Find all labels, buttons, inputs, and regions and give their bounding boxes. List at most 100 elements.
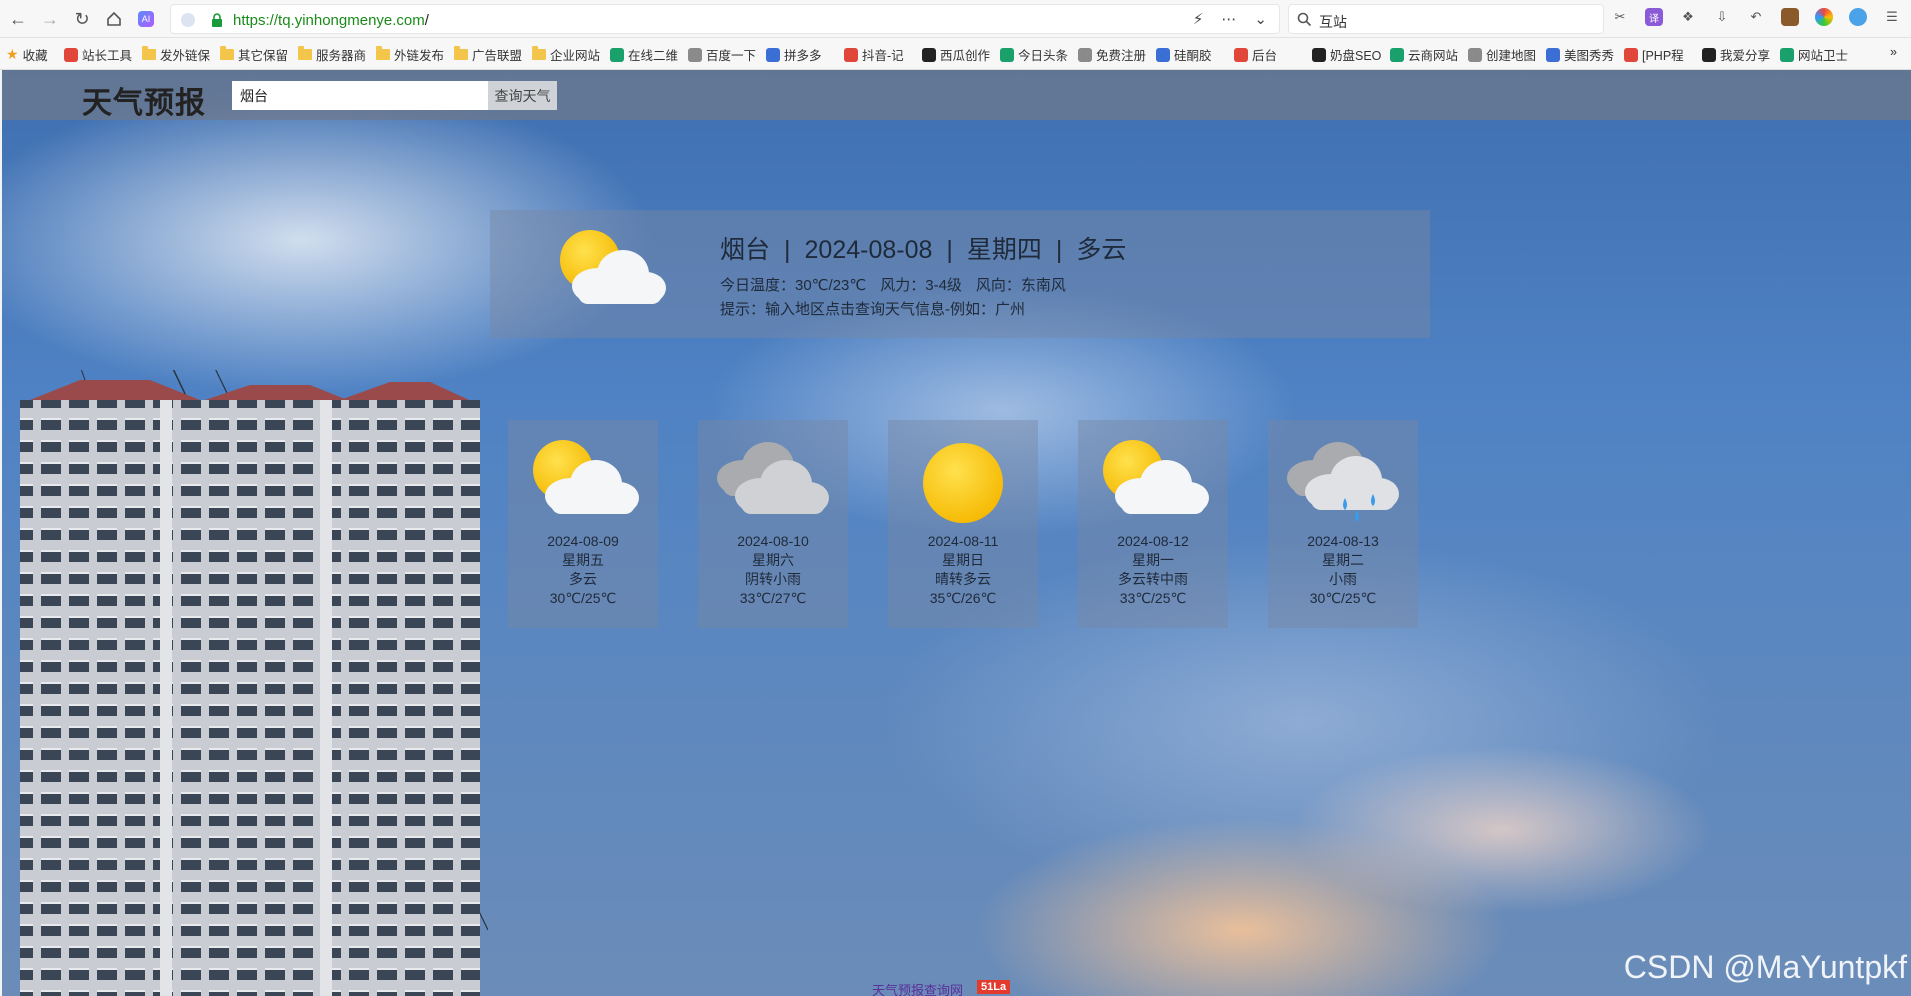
download-icon[interactable]: ⇩	[1713, 8, 1731, 26]
analytics-badge[interactable]: 51La	[977, 980, 1011, 994]
bookmark-label: 外链发布	[394, 49, 445, 63]
bookmark-label: 在线二维	[628, 49, 679, 63]
globe-icon	[1780, 47, 1794, 62]
bookmark-label: 今日头条	[1018, 49, 1069, 63]
bookmark-item[interactable]: 我爱分享	[1702, 45, 1770, 64]
ai-icon[interactable]: AI	[134, 7, 158, 31]
url-text[interactable]: https://tq.yinhongmenye.com/	[233, 12, 429, 29]
xigua-icon	[922, 47, 936, 62]
globe-icon	[1624, 47, 1638, 62]
forecast-card: 2024-08-09 星期五 多云 30℃/25℃	[508, 420, 658, 628]
tool-icon	[64, 47, 78, 62]
folder-icon	[220, 46, 234, 60]
bookmark-label: 拼多多	[784, 49, 822, 63]
search-query[interactable]: 互站	[1319, 12, 1347, 32]
map-icon	[1468, 47, 1482, 62]
city-search-input[interactable]	[232, 81, 488, 110]
bookmark-item[interactable]: 后台	[1234, 45, 1277, 64]
bookmark-item[interactable]: 广告联盟	[454, 45, 522, 64]
building-background-image	[20, 370, 488, 996]
bookmark-item[interactable]: 网站卫士	[1780, 45, 1848, 64]
bookmark-item[interactable]: 拼多多	[766, 45, 822, 64]
forecast-date: 2024-08-10	[737, 533, 809, 549]
back-icon[interactable]: ←	[6, 7, 30, 31]
watermark: CSDN @MaYuntpkf	[1623, 949, 1907, 985]
forecast-date: 2024-08-13	[1307, 533, 1379, 549]
forecast-condition: 多云	[569, 571, 597, 587]
bookmark-item[interactable]: ★ 收藏	[6, 45, 48, 64]
today-city: 烟台	[720, 236, 771, 264]
bookmark-item[interactable]: 其它保留	[220, 45, 288, 64]
forecast-condition: 多云转中雨	[1118, 571, 1188, 587]
bookmark-item[interactable]: [PHP程	[1624, 45, 1684, 64]
briefcase-icon[interactable]	[1781, 8, 1799, 26]
folder-icon	[298, 46, 312, 60]
forward-icon[interactable]: →	[38, 7, 62, 31]
forecast-weekday: 星期一	[1132, 552, 1174, 568]
more-icon[interactable]: ⋯	[1221, 10, 1236, 28]
home-icon[interactable]	[102, 7, 126, 31]
bookmark-item[interactable]: 外链发布	[376, 45, 444, 64]
lock-icon	[212, 13, 222, 27]
browser-logo-icon[interactable]	[1849, 8, 1867, 26]
bookmark-item[interactable]: 站长工具	[64, 45, 132, 64]
bookmark-label: 美图秀秀	[1564, 49, 1615, 63]
share-icon	[1702, 47, 1716, 62]
lightning-icon[interactable]: ⚡	[1193, 10, 1204, 28]
baidu-icon	[688, 47, 702, 62]
forecast-weekday: 星期二	[1322, 552, 1364, 568]
undo-icon[interactable]: ↶	[1747, 8, 1765, 26]
partly-cloudy-icon	[523, 438, 643, 528]
menu-icon[interactable]: ☰	[1883, 8, 1901, 26]
globe-icon	[766, 47, 780, 62]
bookmark-label: 免费注册	[1096, 49, 1147, 63]
browser-search-box[interactable]: 互站	[1288, 4, 1604, 34]
bookmark-item[interactable]: 硅酮胶	[1156, 45, 1212, 64]
colorwheel-icon[interactable]	[1815, 8, 1833, 26]
bookmark-item[interactable]: 云商网站	[1390, 45, 1458, 64]
bookmark-label: 云商网站	[1408, 49, 1459, 63]
bookmark-item[interactable]: 抖音-记	[844, 45, 904, 64]
bookmark-label: 创建地图	[1486, 49, 1537, 63]
bookmark-item[interactable]: 发外链保	[142, 45, 210, 64]
bookmark-item[interactable]: 今日头条	[1000, 45, 1068, 64]
site-header: 天气预报 查询天气	[2, 70, 1911, 120]
scissors-icon[interactable]: ✂	[1611, 8, 1629, 26]
bookmark-item[interactable]: 在线二维	[610, 45, 678, 64]
toutiao-icon	[1000, 47, 1014, 62]
bookmarks-overflow-icon[interactable]: »	[1890, 45, 1897, 59]
overcast-icon	[713, 438, 833, 528]
light-rain-icon	[1283, 438, 1403, 528]
bookmarks-bar: ★ 收藏 站长工具 发外链保 其它保留 服务器商 外链发布 广告联盟 企业网站 在线二维 百度一下 拼…	[0, 38, 1911, 70]
today-temp: 今日温度：30℃/23℃	[720, 277, 867, 294]
reload-icon[interactable]: ↻	[70, 7, 94, 31]
footer-link[interactable]: 天气预报查询网	[872, 980, 963, 996]
bookmark-item[interactable]: 企业网站	[532, 45, 600, 64]
bookmark-item[interactable]: 免费注册	[1078, 45, 1146, 64]
forecast-card: 2024-08-12 星期一 多云转中雨 33℃/25℃	[1078, 420, 1228, 628]
forecast-weekday: 星期六	[752, 552, 794, 568]
bookmark-item[interactable]: 创建地图	[1468, 45, 1536, 64]
today-weather-panel: 烟台 | 2024-08-08 | 星期四 | 多云 今日温度：30℃/23℃ 风力：3-4级…	[490, 210, 1430, 338]
translate-icon[interactable]: 译	[1645, 8, 1663, 26]
bookmark-item[interactable]: 西瓜创作	[922, 45, 990, 64]
site-title: 天气预报	[82, 87, 206, 120]
forecast-temp: 30℃/25℃	[549, 590, 617, 606]
chevron-down-icon[interactable]: ⌄	[1254, 10, 1267, 28]
qr-icon	[610, 47, 624, 62]
bookmark-item[interactable]: 美图秀秀	[1546, 45, 1614, 64]
address-bar[interactable]: https://tq.yinhongmenye.com/ ⚡ ⋯ ⌄	[170, 4, 1280, 34]
query-weather-button[interactable]: 查询天气	[488, 81, 557, 110]
puzzle-icon[interactable]: ❖	[1679, 8, 1697, 26]
partly-cloudy-icon	[550, 228, 670, 318]
bookmark-item[interactable]: 奶盘SEO	[1312, 45, 1381, 64]
meitu-icon	[1546, 47, 1560, 62]
site-info-icon[interactable]	[181, 13, 195, 27]
bookmark-item[interactable]: 服务器商	[298, 45, 366, 64]
weather-page: 天气预报 查询天气 烟台|2024-08-08|星期四|多云 今日温度：30℃/…	[2, 70, 1911, 996]
sunny-icon	[903, 438, 1023, 528]
forecast-date: 2024-08-12	[1117, 533, 1189, 549]
link-icon	[1234, 47, 1248, 62]
bookmark-item[interactable]: 百度一下	[688, 45, 756, 64]
bookmark-label: 西瓜创作	[940, 49, 991, 63]
